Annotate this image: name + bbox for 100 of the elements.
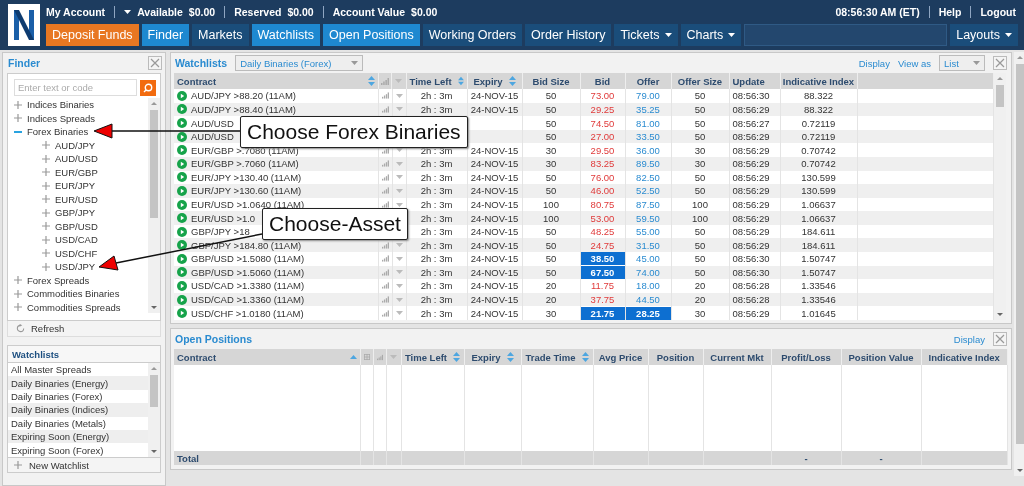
bid-cell[interactable]: 29.50 xyxy=(580,143,625,157)
tree-item[interactable]: Indices Spreads xyxy=(27,112,96,124)
sort-icon[interactable] xyxy=(453,352,461,362)
plus-icon[interactable] xyxy=(42,249,50,258)
sort-icon[interactable] xyxy=(457,76,464,87)
column-header[interactable]: Bid xyxy=(580,73,625,90)
column-header[interactable]: Time Left xyxy=(401,349,464,365)
offer-cell[interactable]: 52.50 xyxy=(625,184,671,198)
column-header[interactable]: Update xyxy=(729,73,780,90)
column-header[interactable]: Indicative Index xyxy=(921,349,1008,365)
bid-cell[interactable]: 11.75 xyxy=(580,279,625,293)
bid-cell[interactable]: 24.75 xyxy=(580,238,625,253)
plus-icon[interactable] xyxy=(42,195,50,204)
column-header[interactable]: Offer xyxy=(625,73,671,90)
contract-name[interactable]: AUD/USD xyxy=(191,117,234,129)
sort-icon[interactable] xyxy=(506,352,514,362)
column-header[interactable]: Expiry xyxy=(464,349,521,365)
plus-icon[interactable] xyxy=(42,222,50,231)
tree-item[interactable]: GBP/USD xyxy=(55,220,98,232)
plus-icon[interactable] xyxy=(42,168,50,177)
tree-item[interactable]: USD/JPY xyxy=(55,261,96,273)
column-header[interactable]: Bid Size xyxy=(522,73,580,90)
close-button[interactable] xyxy=(993,332,1007,346)
scrollbar[interactable] xyxy=(148,363,160,457)
my-account-link[interactable]: My Account xyxy=(46,6,106,18)
nav-tab[interactable]: Tickets xyxy=(614,24,678,46)
sort-icon[interactable] xyxy=(581,352,589,362)
display-link[interactable]: Display xyxy=(858,57,890,69)
watchlist-item[interactable]: Expiring Soon (Energy) xyxy=(8,429,148,444)
offer-cell[interactable]: 81.00 xyxy=(625,116,671,130)
watchlist-item[interactable]: Expiring Soon (Forex) xyxy=(8,443,148,457)
tree-item[interactable]: Indices Binaries xyxy=(27,99,95,111)
search-field[interactable]: Enter text or code xyxy=(14,79,137,96)
tree-item[interactable]: Forex Spreads xyxy=(27,274,90,286)
column-header[interactable]: Offer Size xyxy=(671,73,729,90)
watchlist-item[interactable]: Daily Binaries (Indices) xyxy=(8,403,148,417)
grid-icon[interactable] xyxy=(363,353,370,361)
close-button[interactable] xyxy=(993,56,1007,70)
plus-icon[interactable] xyxy=(42,262,50,271)
plus-icon[interactable] xyxy=(14,289,22,298)
scrollbar[interactable] xyxy=(1014,52,1024,476)
column-header[interactable]: Indicative Index xyxy=(780,73,857,90)
tree-item[interactable]: USD/CHF xyxy=(55,247,98,259)
offer-cell[interactable]: 31.50 xyxy=(625,238,671,253)
nav-tab[interactable]: Open Positions xyxy=(323,24,420,46)
watchlist-item[interactable]: Daily Binaries (Forex) xyxy=(8,389,148,404)
tree-item[interactable]: Commodities Spreads xyxy=(27,301,121,313)
nav-tab[interactable]: Order History xyxy=(525,24,612,46)
offer-cell[interactable]: 45.00 xyxy=(625,252,671,266)
watchlist-dropdown[interactable]: Daily Binaries (Forex) xyxy=(235,55,364,71)
offer-cell[interactable]: 59.50 xyxy=(625,211,671,225)
tree-item[interactable]: GBP/JPY xyxy=(55,207,96,219)
tree-item[interactable]: EUR/JPY xyxy=(55,180,96,192)
column-header[interactable]: Current Mkt xyxy=(703,349,771,365)
logout-link[interactable]: Logout xyxy=(980,6,1016,18)
column-header[interactable]: Expiry xyxy=(467,73,522,90)
column-header[interactable]: Contract xyxy=(174,349,360,365)
play-icon[interactable] xyxy=(177,131,187,142)
column-header[interactable]: Time Left xyxy=(406,73,467,90)
column-header[interactable]: Position Value xyxy=(841,349,921,365)
offer-cell[interactable]: 79.00 xyxy=(625,89,671,103)
bid-cell[interactable]: 74.50 xyxy=(580,116,625,130)
bid-cell[interactable]: 46.00 xyxy=(580,184,625,198)
tree-item[interactable]: EUR/GBP xyxy=(55,166,98,178)
help-link[interactable]: Help xyxy=(938,6,962,18)
tree-item[interactable]: AUD/USD xyxy=(55,153,98,165)
contract-name[interactable]: AUD/USD xyxy=(191,131,234,143)
plus-icon[interactable] xyxy=(42,141,50,150)
new-watchlist-button[interactable]: New Watchlist xyxy=(7,458,161,473)
column-header[interactable]: Position xyxy=(648,349,703,365)
offer-cell[interactable]: 28.25 xyxy=(625,306,670,320)
column-header[interactable]: Profit/Loss xyxy=(771,349,841,365)
refresh-button[interactable]: Refresh xyxy=(7,321,161,337)
tree-item[interactable]: USD/CAD xyxy=(55,234,98,246)
watchlist-item[interactable]: Daily Binaries (Energy) xyxy=(8,376,148,390)
column-header[interactable]: Avg Price xyxy=(593,349,648,365)
plus-icon[interactable] xyxy=(42,154,50,163)
offer-cell[interactable]: 36.00 xyxy=(625,143,671,157)
watchlist-item[interactable]: All Master Spreads xyxy=(8,363,148,377)
nav-tab[interactable]: Finder xyxy=(141,24,190,46)
contract-name[interactable]: AUD/JPY >88.40 (11AM) xyxy=(191,103,296,115)
plus-icon[interactable] xyxy=(14,100,22,109)
nav-tab[interactable]: Markets xyxy=(192,24,249,46)
sort-icon[interactable] xyxy=(508,76,516,87)
watchlist-item[interactable]: Daily Binaries (Metals) xyxy=(8,416,148,430)
sort-icon[interactable] xyxy=(367,76,375,87)
view-dropdown[interactable]: List xyxy=(939,55,985,71)
column-header[interactable]: Trade Time xyxy=(521,349,593,365)
plus-icon[interactable] xyxy=(14,461,22,469)
plus-icon[interactable] xyxy=(42,181,50,190)
contract-name[interactable]: EUR/USD >1.0 xyxy=(191,212,256,224)
search-button[interactable] xyxy=(140,79,156,96)
nav-tab[interactable]: Working Orders xyxy=(422,24,523,46)
offer-cell[interactable]: 18.00 xyxy=(625,279,671,293)
nav-tab[interactable]: Charts xyxy=(680,24,742,46)
layouts-button[interactable]: Layouts xyxy=(950,24,1018,46)
display-link[interactable]: Display xyxy=(953,333,985,345)
plus-icon[interactable] xyxy=(14,276,22,285)
bid-cell[interactable]: 73.00 xyxy=(580,89,625,103)
play-icon[interactable] xyxy=(177,240,187,251)
